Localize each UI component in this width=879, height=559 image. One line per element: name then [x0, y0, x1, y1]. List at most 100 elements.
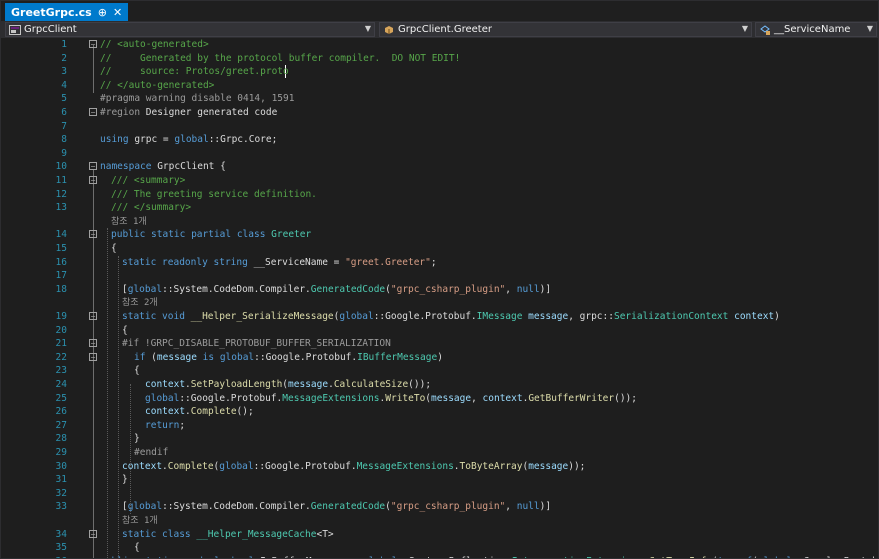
- code-token: message: [288, 379, 329, 390]
- collapse-icon[interactable]: −: [89, 352, 97, 361]
- code-line[interactable]: 25 global::Google.Protobuf.MessageExtensi…: [1, 392, 878, 406]
- collapse-icon[interactable]: −: [89, 40, 97, 49]
- code-token: IntrospectionExtensions: [512, 556, 644, 558]
- code-token: static readonly string: [122, 256, 254, 268]
- code-token: ::Google.Protobuf.: [179, 392, 283, 404]
- line-number: 28: [55, 433, 67, 445]
- line-number: 34: [55, 528, 67, 540]
- code-line[interactable]: 13 /// </summary>: [1, 201, 878, 215]
- code-token: {: [122, 324, 128, 336]
- code-token: }: [134, 433, 140, 445]
- code-line[interactable]: 33 [global::System.CodeDom.Compiler.Gener…: [1, 500, 878, 514]
- code-line[interactable]: 15 {: [1, 242, 878, 256]
- code-editor[interactable]: 1−// <auto-generated> 2// Generated by th…: [1, 38, 878, 558]
- code-line[interactable]: 3 // source: Protos/greet.proto: [1, 65, 878, 79]
- code-line[interactable]: 16 static readonly string __ServiceName =…: [1, 256, 878, 270]
- code-line[interactable]: 20 {: [1, 324, 878, 338]
- code-token: return: [145, 419, 180, 431]
- code-line[interactable]: 28}: [1, 432, 878, 446]
- indent-guide: [118, 256, 119, 558]
- line-number: 33: [55, 501, 67, 513]
- pin-icon[interactable]: ⊕: [98, 6, 107, 19]
- code-token: ::System.Reflection.: [397, 556, 511, 558]
- collapse-icon[interactable]: −: [89, 339, 97, 348]
- collapse-icon[interactable]: −: [89, 162, 97, 171]
- code-token: ToByteArray: [459, 460, 523, 472]
- close-icon[interactable]: ✕: [113, 6, 122, 19]
- code-token: MessageExtensions: [356, 460, 454, 472]
- collapse-icon[interactable]: −: [89, 230, 97, 239]
- code-text: context.Complete(global::Google.Protobuf…: [122, 460, 585, 474]
- code-line[interactable]: 1 −// <auto-generated>: [1, 38, 878, 52]
- code-token: /// The greeting service definition.: [111, 188, 317, 200]
- collapse-icon[interactable]: −: [89, 529, 97, 538]
- code-line[interactable]: 4 // </auto-generated>: [1, 79, 878, 93]
- code-token: SerializationContext: [613, 311, 729, 322]
- code-line[interactable]: 34 − static class __Helper_MessageCache<T>: [1, 528, 878, 542]
- code-token: __Helper_MessageCache: [196, 528, 317, 540]
- code-line[interactable]: 18 [global::System.CodeDom.Compiler.Gener…: [1, 283, 878, 297]
- code-line[interactable]: 36 public static readonly bool IsBufferMe…: [1, 555, 878, 558]
- code-text: return;: [145, 419, 185, 433]
- code-line[interactable]: 14 − public static partial class Greeter: [1, 228, 878, 242]
- code-line[interactable]: 35 {: [1, 541, 878, 555]
- code-line[interactable]: 30 context.Complete(global::Google.Protob…: [1, 460, 878, 474]
- code-text: using grpc = global::Grpc.Core;: [100, 133, 277, 147]
- code-line[interactable]: 8 using grpc = global::Grpc.Core;: [1, 133, 878, 147]
- code-line[interactable]: 10 − namespace GrpcClient {: [1, 160, 878, 174]
- code-line[interactable]: 31}: [1, 473, 878, 487]
- code-text: [global::System.CodeDom.Compiler.Generat…: [122, 283, 551, 297]
- code-line[interactable]: 24 context.SetPayloadLength(message.Calcu…: [1, 378, 878, 392]
- code-line[interactable]: 32: [1, 487, 878, 501]
- line-number: 6: [61, 107, 67, 118]
- tab-greetgrpc[interactable]: GreetGrpc.cs ⊕ ✕: [5, 3, 129, 21]
- reference-count[interactable]: 참조 1개: [111, 217, 147, 227]
- reference-count[interactable]: 참조 1개: [122, 516, 158, 526]
- code-token: ,: [471, 392, 483, 404]
- code-token: global: [174, 134, 209, 146]
- code-line[interactable]: 27 return;: [1, 419, 878, 433]
- code-line[interactable]: 22 − if (message is global::Google.Protobu…: [1, 351, 878, 365]
- collapse-icon[interactable]: −: [89, 176, 97, 185]
- code-line[interactable]: 21 − #if !GRPC_DISABLE_PROTOBUF_BUFFER_SER…: [1, 337, 878, 351]
- code-line[interactable]: 6 − #region Designer generated code: [1, 106, 878, 120]
- code-line[interactable]: 23 {: [1, 364, 878, 378]
- line-number: 16: [55, 256, 67, 268]
- type-dropdown[interactable]: GrpcClient.Greeter ▼: [379, 22, 752, 37]
- member-dropdown[interactable]: __ServiceName ▼: [755, 22, 877, 37]
- code-token: context: [482, 392, 523, 404]
- line-number: 27: [55, 419, 67, 431]
- line-number: 8: [61, 134, 67, 146]
- code-line[interactable]: 11 − /// <summary>: [1, 174, 878, 188]
- code-token: global: [363, 556, 397, 558]
- line-number: 17: [55, 270, 67, 282]
- code-line[interactable]: 2 // Generated by the protocol buffer com…: [1, 52, 878, 66]
- code-token: Complete: [167, 460, 214, 472]
- code-token: , grpc::: [568, 311, 614, 322]
- code-token: message: [528, 311, 569, 322]
- code-token: message: [528, 460, 569, 472]
- code-token: WriteTo: [385, 392, 426, 404]
- project-dropdown[interactable]: GrpcClient ▼: [5, 22, 375, 37]
- code-line[interactable]: 5 #pragma warning disable 0414, 1591: [1, 92, 878, 106]
- code-line[interactable]: 참조 1개: [1, 215, 878, 229]
- code-line[interactable]: 참조 2개: [1, 296, 878, 310]
- code-line[interactable]: 12 /// The greeting service definition.: [1, 188, 878, 202]
- line-number: 25: [55, 392, 67, 404]
- collapse-icon[interactable]: −: [89, 108, 97, 117]
- code-token: IsBufferMessage =: [260, 556, 363, 558]
- code-line[interactable]: 29 #endif: [1, 446, 878, 460]
- line-number: 1: [61, 39, 67, 50]
- code-line[interactable]: 17: [1, 269, 878, 283]
- code-line[interactable]: 참조 1개: [1, 514, 878, 528]
- code-line[interactable]: 19 − static void __Helper_SerializeMessage…: [1, 310, 878, 324]
- code-line[interactable]: 26 context.Complete();: [1, 405, 878, 419]
- collapse-icon[interactable]: −: [89, 312, 97, 321]
- code-token: Greeter: [271, 229, 312, 241]
- code-line[interactable]: 7: [1, 120, 878, 134]
- reference-count[interactable]: 참조 2개: [122, 298, 158, 308]
- code-line[interactable]: 9: [1, 147, 878, 161]
- code-token: MessageExtensions: [282, 392, 380, 404]
- code-text: {: [122, 324, 128, 338]
- code-token: ::Google.Protobuf.: [792, 556, 878, 558]
